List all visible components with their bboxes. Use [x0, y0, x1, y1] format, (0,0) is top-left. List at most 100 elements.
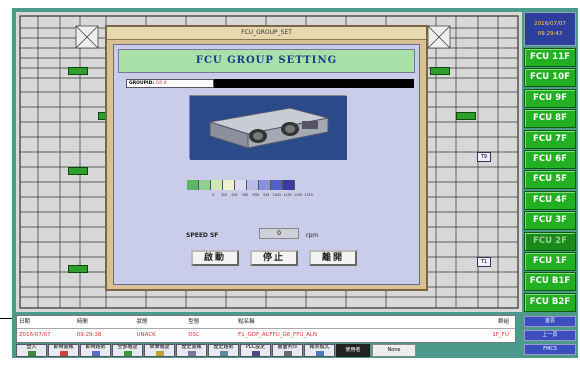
scale-tick-label: 1135 [283, 193, 292, 197]
report-icon [315, 351, 324, 356]
report-mode-label: 報表模式 [309, 344, 330, 350]
scale-swatch [223, 180, 235, 190]
col-point-name: 點名稱 [238, 319, 255, 325]
realtime-trend-button[interactable]: 即時趨勢 [80, 344, 111, 357]
scale-swatch [187, 180, 199, 190]
realtime-alarm-button[interactable]: 即時警報 [48, 344, 79, 357]
clock-display: 2016/07/07 09:29:43 [524, 12, 576, 46]
cell-group: 1F_FU [492, 332, 509, 338]
fcu-unit-tag[interactable] [68, 67, 88, 75]
scale-tick-label: 930 [252, 193, 259, 197]
plc-settings-button[interactable]: PLC設定 [240, 344, 271, 357]
date-text: 2016/07/07 [534, 21, 566, 27]
group-id-caption: GROUPID: [129, 81, 156, 86]
speed-label: SPEED SF [186, 232, 219, 239]
scale-tick-label: 765 [241, 193, 249, 197]
time-text: 09:29:43 [537, 31, 563, 37]
ack-all-label: 全部確認 [117, 344, 138, 350]
fcu-unit-tag[interactable] [68, 265, 88, 273]
dialog-body: FCU GROUP SETTING GROUPID: G6-4 0 315 535 7… [113, 44, 420, 285]
scale-swatch [259, 180, 271, 190]
group-id-label: GROUPID: G6-4 [126, 79, 214, 88]
history-trend-label: 歷史趨勢 [213, 344, 234, 350]
report-mode-button[interactable]: 報表模式 [304, 344, 335, 357]
floor-button-11f[interactable]: FCU 11F [524, 48, 576, 67]
floor-button-b2f[interactable]: FCU B2F [524, 292, 576, 312]
speed-scale-ticks: 0 315 535 765 930 915 1035 1135 1150 1315 [208, 193, 314, 197]
floor-button-9f[interactable]: FCU 9F [524, 88, 576, 108]
plc-settings-label: PLC設定 [245, 344, 266, 350]
previous-page-button[interactable]: 上一頁 [524, 330, 576, 341]
fcu-unit-tag[interactable] [456, 112, 476, 120]
chart-icon [219, 351, 228, 356]
login-icon [27, 351, 36, 356]
pointer-line [0, 318, 12, 319]
floor-menu: FCU 11F FCU 10F FCU 9F FCU 8F FCU 7F FCU… [524, 48, 576, 313]
dialog-heading: FCU GROUP SETTING [118, 49, 415, 73]
bottom-toolbar: 登入 即時警報 即時趨勢 全部確認 單筆確認 歷史警報 歷史趨勢 PLC設定 畫… [16, 344, 416, 357]
ack-all-button[interactable]: 全部確認 [112, 344, 143, 357]
floor-button-10f[interactable]: FCU 10F [524, 68, 576, 88]
realtime-trend-label: 即時趨勢 [85, 344, 106, 350]
fcu-unit-tag[interactable] [68, 167, 88, 175]
start-button[interactable]: 啟動 [191, 250, 239, 266]
floor-button-8f[interactable]: FCU 8F [524, 109, 576, 129]
speed-unit: rpm [306, 232, 319, 239]
history-alarm-button[interactable]: 歷史警報 [176, 344, 207, 357]
scale-swatch [235, 180, 247, 190]
fcu-unit-illustration [190, 96, 347, 160]
user-label: 使用者 [336, 344, 370, 357]
printer-icon [283, 351, 292, 356]
scale-swatch [283, 180, 295, 190]
scale-tick-label: 535 [231, 193, 238, 197]
realtime-alarm-label: 即時警報 [53, 344, 74, 350]
cell-time: 09:29:38 [76, 332, 102, 338]
col-group: 群組 [497, 319, 509, 325]
cell-point-name: F1_GDF_ACFFU_G6_FFU_ALN [238, 332, 318, 338]
trend-icon [91, 351, 100, 356]
floor-button-7f[interactable]: FCU 7F [524, 129, 576, 149]
print-screen-label: 畫面列印 [277, 344, 298, 350]
leave-button[interactable]: 離開 [309, 250, 357, 266]
table-row[interactable]: 2016/07/07 09:29:38 UNACK DSC F1_GDF_ACF… [17, 329, 515, 342]
cell-state: UNACK [136, 332, 156, 338]
ack-single-label: 單筆確認 [149, 344, 170, 350]
side-nav: 首頁 上一頁 FMCS [524, 316, 576, 358]
scale-swatch [211, 180, 223, 190]
login-button[interactable]: 登入 [16, 344, 47, 357]
pen-icon [155, 351, 164, 356]
group-id-value: G6-4 [155, 81, 167, 86]
history-trend-button[interactable]: 歷史趨勢 [208, 344, 239, 357]
stop-button[interactable]: 停止 [250, 250, 298, 266]
floor-button-6f[interactable]: FCU 6F [524, 149, 576, 169]
t-label-box[interactable]: T9 [477, 152, 491, 162]
scale-swatch [247, 180, 259, 190]
floor-button-2f[interactable]: FCU 2F [524, 231, 576, 251]
history-icon [187, 351, 196, 356]
floor-button-5f[interactable]: FCU 5F [524, 170, 576, 190]
user-value[interactable]: None [372, 344, 416, 357]
floor-button-3f[interactable]: FCU 3F [524, 211, 576, 231]
fcu-unit-tag[interactable] [430, 67, 450, 75]
scale-swatch [271, 180, 283, 190]
floor-button-1f[interactable]: FCU 1F [524, 251, 576, 271]
speed-color-scale [187, 180, 295, 190]
scale-tick-label: 1035 [272, 193, 282, 197]
home-button[interactable]: 首頁 [524, 316, 576, 327]
ack-single-button[interactable]: 單筆確認 [144, 344, 175, 357]
floor-button-4f[interactable]: FCU 4F [524, 190, 576, 210]
alarm-table: 日期 時間 狀態 型態 點名稱 群組 2016/07/07 09:29:38 U… [16, 315, 516, 343]
scale-tick-label: 0 [212, 193, 215, 197]
col-type: 型態 [188, 319, 200, 325]
history-alarm-label: 歷史警報 [181, 344, 202, 350]
cell-type: DSC [188, 332, 200, 338]
scale-tick-label: 1315 [304, 193, 313, 197]
col-date: 日期 [19, 319, 31, 325]
floor-button-b1f[interactable]: FCU B1F [524, 272, 576, 292]
print-screen-button[interactable]: 畫面列印 [272, 344, 303, 357]
fmcs-button[interactable]: FMCS [524, 344, 576, 355]
scale-tick-label: 1150 [293, 193, 303, 197]
cell-date: 2016/07/07 [19, 332, 51, 338]
t-label-box[interactable]: T1 [477, 257, 491, 267]
alarm-table-header: 日期 時間 狀態 型態 點名稱 群組 [17, 316, 515, 329]
